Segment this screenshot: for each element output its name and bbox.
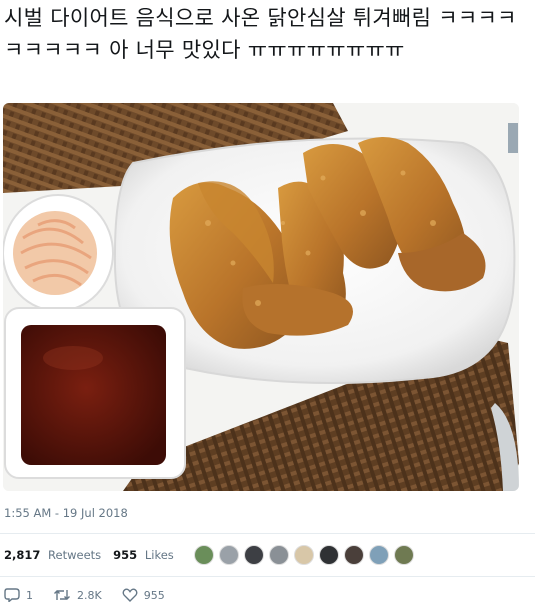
- liker-avatar[interactable]: [218, 545, 239, 565]
- fried-chicken-photo: [3, 103, 519, 491]
- retweets-label: Retweets: [48, 548, 102, 562]
- liker-avatar[interactable]: [318, 545, 339, 565]
- tweet-actions: 1 2.8K 955: [4, 588, 185, 602]
- likes-label: Likes: [144, 548, 174, 562]
- likes-count: 955: [113, 548, 138, 562]
- heart-icon: [122, 588, 138, 602]
- liker-avatar[interactable]: [368, 545, 389, 565]
- likes-stat[interactable]: 955 Likes: [113, 548, 174, 562]
- like-count: 955: [143, 588, 165, 602]
- liker-avatar[interactable]: [293, 545, 314, 565]
- reply-count: 1: [26, 588, 33, 602]
- retweets-stat[interactable]: 2,817 Retweets: [4, 548, 101, 562]
- liker-avatar[interactable]: [243, 545, 264, 565]
- retweet-button[interactable]: 2.8K: [53, 588, 102, 602]
- tweet-text: 시벌 다이어트 음식으로 사온 닭안심살 튀겨뻐림 ㅋㅋㅋㅋㅋㅋㅋㅋㅋ 아 너무…: [4, 6, 517, 62]
- tweet-photo[interactable]: [3, 103, 519, 491]
- retweet-icon: [54, 590, 70, 600]
- tweet-stats: 2,817 Retweets 955 Likes: [4, 542, 419, 568]
- liker-avatars: [193, 545, 419, 565]
- liker-avatar[interactable]: [268, 545, 289, 565]
- liker-avatar[interactable]: [193, 545, 214, 565]
- retweet-count: 2.8K: [77, 588, 102, 602]
- reply-icon: [4, 588, 20, 602]
- liker-avatar[interactable]: [393, 545, 414, 565]
- tweet-timestamp[interactable]: 1:55 AM - 19 Jul 2018: [4, 506, 128, 520]
- like-button[interactable]: 955: [122, 588, 165, 602]
- reply-button[interactable]: 1: [4, 588, 33, 602]
- liker-avatar[interactable]: [343, 545, 364, 565]
- divider: [0, 533, 535, 534]
- retweets-count: 2,817: [4, 548, 41, 562]
- divider: [0, 576, 535, 577]
